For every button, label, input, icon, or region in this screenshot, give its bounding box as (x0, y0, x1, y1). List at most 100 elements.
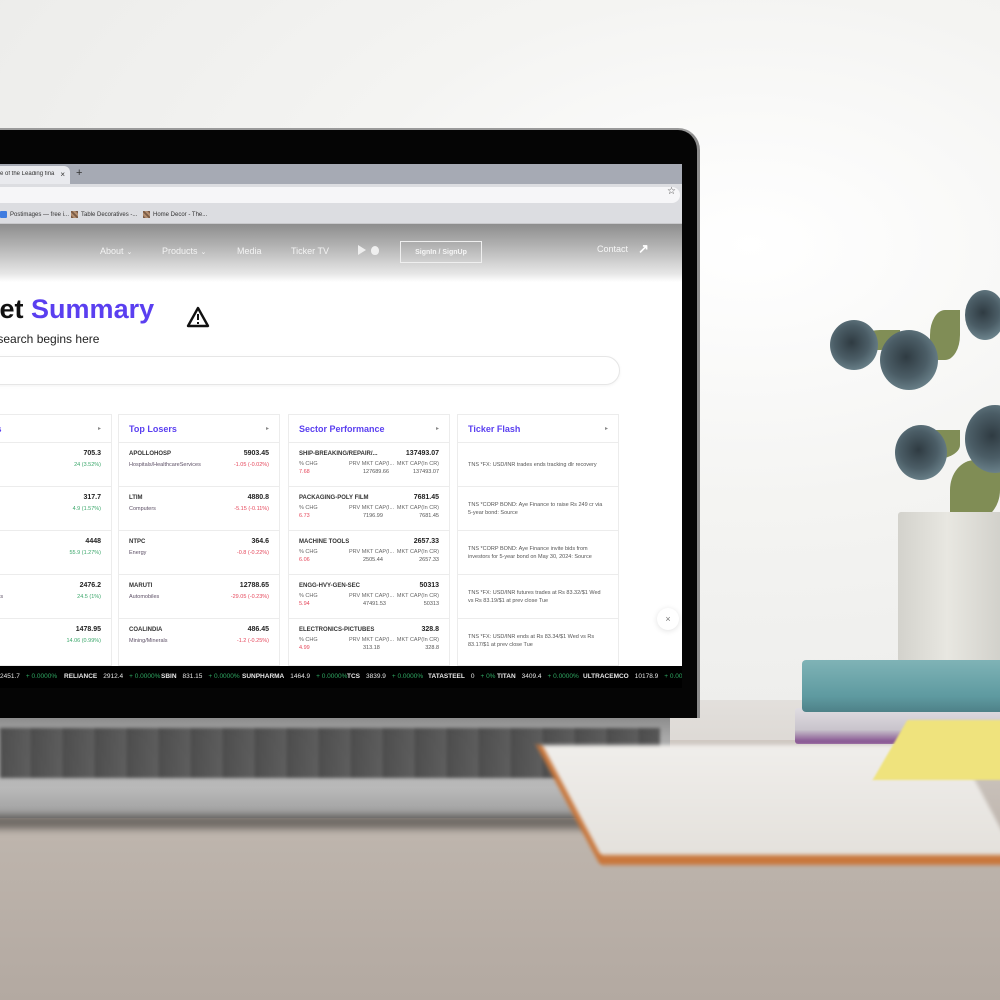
nav-label: Products (162, 246, 198, 256)
signin-signup-button[interactable]: SignIn / SignUp (400, 241, 482, 263)
change: -0.8 (-0.22%) (236, 550, 269, 556)
col-label: % CHG (299, 505, 318, 511)
sector-value: 7681.45 (413, 494, 439, 501)
ticker-change: + 0.0000% (25, 673, 58, 680)
ticker-item[interactable]: SBIN 831.15 + 0.0000% (161, 673, 240, 680)
nav-media[interactable]: Media (237, 246, 262, 256)
news-item[interactable]: TNS *FX: USD/INR trades ends tracking dl… (458, 443, 618, 487)
panel-header[interactable]: rs ▸ (0, 415, 111, 443)
tab-title: e of the Leading fina (0, 171, 55, 177)
col-label: MKT CAP(In CR) (396, 461, 439, 467)
price: 317.7 (83, 494, 101, 501)
news-item[interactable]: TNS *FX: USD/INR futures trades at Rs 83… (458, 575, 618, 619)
expand-arrow-icon[interactable]: ▸ (605, 425, 608, 432)
list-item[interactable]: 4448 55.9 (1.27%) (0, 531, 111, 575)
col-label: MKT CAP(In CR) (396, 593, 439, 599)
sector-name: ENGG-HVY-GEN-SEC (299, 583, 361, 589)
list-item[interactable]: ENGG-HVY-GEN-SEC 50313 % CHG PRV MKT CAP(I… (289, 575, 449, 619)
panel-title: rs (0, 424, 2, 434)
change: -5.15 (-0.11%) (234, 506, 269, 512)
bookmark-star-icon[interactable]: ☆ (667, 186, 676, 197)
ticker-item[interactable]: TATASTEEL 0 + 0% (428, 673, 495, 680)
panel-header[interactable]: Top Losers ▸ (119, 415, 279, 443)
panel-header[interactable]: Sector Performance ▸ (289, 415, 449, 443)
apple-icon[interactable] (371, 245, 379, 255)
news-item[interactable]: TNS *CORP BOND: Aye Finance to raise Rs … (458, 487, 618, 531)
col-label: % CHG (299, 549, 318, 555)
contact-link[interactable]: Contact (597, 244, 628, 254)
ticker-price: 2912.4 (103, 673, 124, 680)
change: 55.9 (1.27%) (69, 550, 102, 556)
sector-value: 137493.07 (405, 450, 439, 457)
page-title: rket Summary (0, 294, 154, 325)
change: -1.2 (-0.25%) (236, 638, 269, 644)
expand-arrow-icon[interactable]: ▸ (436, 425, 439, 432)
ticker-item[interactable]: SUNPHARMA 1464.9 + 0.0000% (242, 673, 347, 680)
panel-title: Top Losers (129, 424, 177, 434)
list-item[interactable]: NTPC 364.6 Energy -0.8 (-0.22%) (119, 531, 279, 575)
price: 486.45 (247, 626, 269, 633)
warning-icon[interactable] (186, 306, 210, 328)
price: 5903.45 (243, 450, 269, 457)
ticker-item[interactable]: 2451.7 + 0.0000% (0, 673, 57, 680)
list-item[interactable]: MARUTI 12788.65 Automobiles -29.05 (-0.23%) (119, 575, 279, 619)
col-label: PRV MKT CAP(I... (349, 593, 395, 599)
ticker-change: + 0.0000% (208, 673, 240, 680)
ticker-item[interactable]: ULTRACEMCO 10178.9 + 0.0000% (583, 673, 682, 680)
sector-value: 50313 (419, 582, 439, 589)
list-item[interactable]: ELECTRONICS-PICTUBES 328.8 % CHG PRV MKT C… (289, 619, 449, 663)
list-item[interactable]: 705.3 24 (3.52%) (0, 443, 111, 487)
col-label: MKT CAP(In CR) (396, 549, 439, 555)
list-item[interactable]: LTIM 4880.8 Computers -5.15 (-0.11%) (119, 487, 279, 531)
top-losers-panel: Top Losers ▸ APOLLOHOSP 5903.45 Hospitals/… (118, 414, 280, 666)
expand-arrow-icon[interactable]: ▸ (98, 425, 101, 432)
bookmark-home-decor[interactable]: Home Decor - The... (143, 211, 207, 218)
bookmark-postimages[interactable]: Postimages — free i... (0, 211, 69, 218)
sector-value: 328.8 (421, 626, 439, 633)
new-tab-button[interactable]: + (76, 167, 82, 179)
market-search-input[interactable] (0, 356, 620, 385)
ticker-item[interactable]: TCS 3839.9 + 0.0000% (347, 673, 423, 680)
title-accent: Summary (31, 294, 155, 324)
col-label: PRV MKT CAP(I... (349, 637, 395, 643)
sector-value: 2657.33 (413, 538, 439, 545)
sector: Automobiles (129, 594, 160, 600)
list-item[interactable]: PACKAGING-POLY FILM 7681.45 % CHG PRV MKT … (289, 487, 449, 531)
sector: Mining/Minerals (129, 638, 168, 644)
google-play-icon[interactable] (358, 245, 366, 255)
expand-arrow-icon[interactable]: ▸ (266, 425, 269, 432)
bookmark-table-decoratives[interactable]: Table Decoratives -... (71, 211, 137, 218)
close-tab-icon[interactable]: × (60, 170, 65, 179)
nav-ticker-tv[interactable]: Ticker TV (291, 246, 329, 256)
list-item[interactable]: ucts 2476.2 24.5 (1%) (0, 575, 111, 619)
ticker-item[interactable]: TITAN 3409.4 + 0.0000% (497, 673, 579, 680)
panel-title: Ticker Flash (468, 424, 521, 434)
price: 2476.2 (79, 582, 101, 589)
list-item[interactable]: MACHINE TOOLS 2657.33 % CHG PRV MKT CAP(I.… (289, 531, 449, 575)
col-label: % CHG (299, 461, 318, 467)
top-gainers-panel: rs ▸ 705.3 24 (3.52%) 317.7 4.9 (1.57%) 44… (0, 414, 112, 666)
url-input[interactable] (0, 187, 680, 203)
ticker-item[interactable]: RELIANCE 2912.4 + 0.0000% (64, 673, 160, 680)
list-item[interactable]: SHIP-BREAKING/REPAIR/... 137493.07 % CHG P… (289, 443, 449, 487)
nav-about[interactable]: About ⌄ (100, 246, 132, 256)
panel-header[interactable]: Ticker Flash ▸ (458, 415, 618, 443)
news-item[interactable]: TNS *FX: USD/INR ends at Rs 83.34/$1 Wed… (458, 619, 618, 663)
mcap: 7681.45 (419, 513, 439, 519)
list-item[interactable]: 317.7 4.9 (1.57%) (0, 487, 111, 531)
close-icon[interactable]: × (657, 608, 679, 630)
ticker-symbol: SBIN (161, 673, 177, 680)
browser-tab[interactable]: e of the Leading fina × (0, 166, 70, 184)
sector-name: MACHINE TOOLS (299, 539, 350, 545)
list-item[interactable]: COALINDIA 486.45 Mining/Minerals -1.2 (-0.2… (119, 619, 279, 663)
nav-products[interactable]: Products ⌄ (162, 246, 206, 256)
decor-icon (71, 211, 78, 218)
change: 4.9 (1.57%) (72, 506, 101, 512)
sector-name: PACKAGING-POLY FILM (299, 495, 369, 501)
arrow-up-right-icon[interactable]: ↗ (638, 241, 649, 257)
change: -1.05 (-0.02%) (233, 462, 269, 468)
ticker-symbol: SUNPHARMA (242, 673, 285, 680)
news-item[interactable]: TNS *CORP BOND: Aye Finance invite bids … (458, 531, 618, 575)
list-item[interactable]: 1478.95 14.06 (0.99%) (0, 619, 111, 663)
list-item[interactable]: APOLLOHOSP 5903.45 Hospitals/HealthcareSer… (119, 443, 279, 487)
